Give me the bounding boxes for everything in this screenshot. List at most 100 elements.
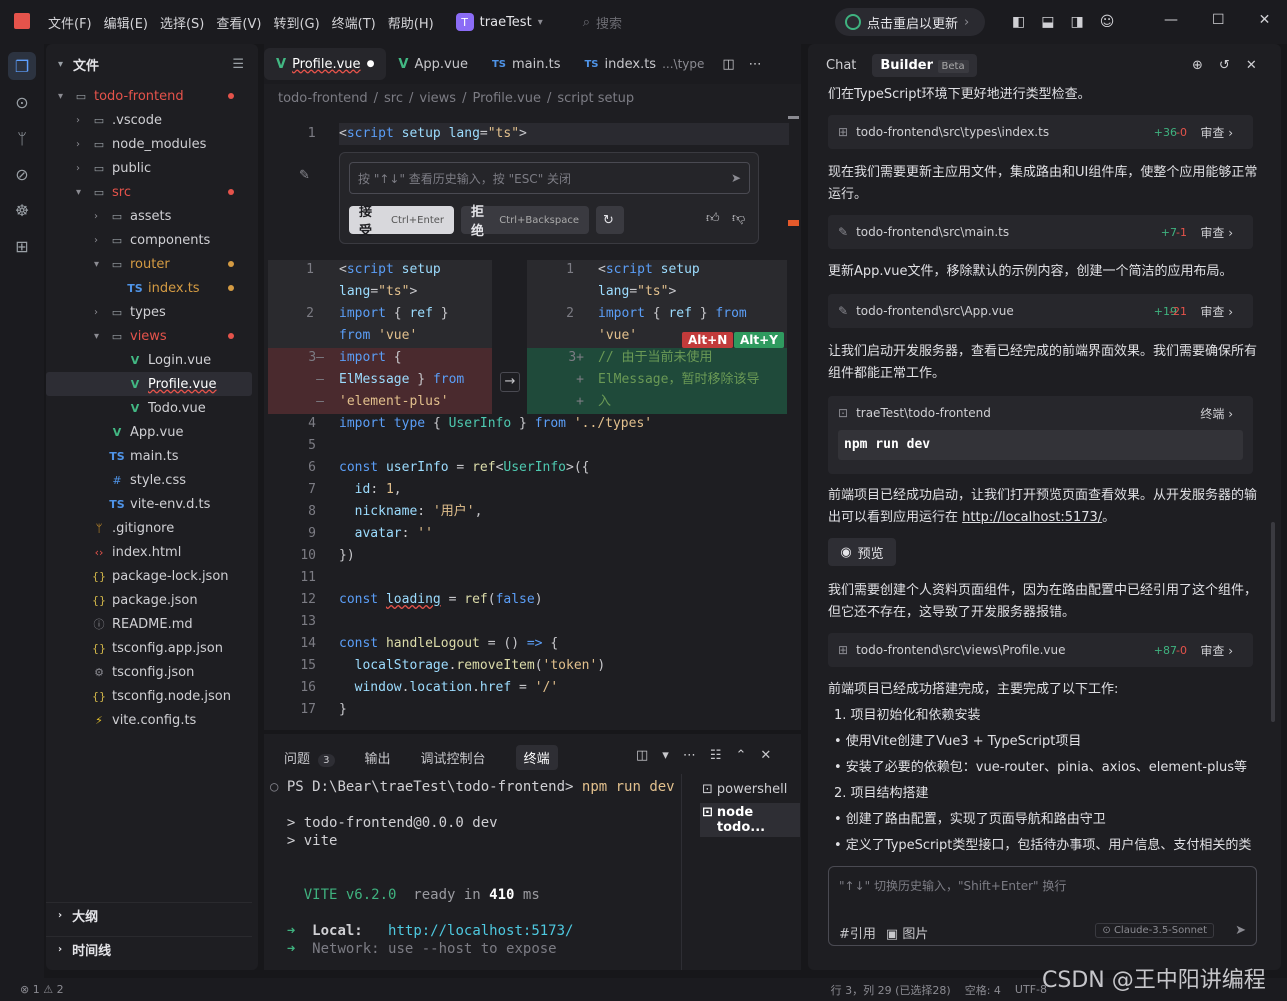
file-item[interactable]: # style.css bbox=[46, 468, 252, 492]
folder-item[interactable]: › ▭ components bbox=[46, 228, 252, 252]
folder-item[interactable]: › ▭ public bbox=[46, 156, 252, 180]
file-change-card[interactable]: ⊞ todo-frontend\src\types\index.ts +36 -0 审查… bbox=[828, 115, 1253, 149]
more-icon[interactable]: ⋯ bbox=[683, 748, 696, 763]
file-item[interactable]: {} tsconfig.app.json bbox=[46, 636, 252, 660]
source-control-icon[interactable]: ᛘ bbox=[8, 124, 36, 152]
tab-profile-vue[interactable]: V Profile.vue ● bbox=[264, 48, 387, 80]
shell-node[interactable]: ⊡ node todo... bbox=[700, 803, 800, 837]
more-icon[interactable]: ⋯ bbox=[749, 57, 762, 72]
folder-item[interactable]: ▾ ▭ src bbox=[46, 180, 252, 204]
tab-terminal[interactable]: 终端 bbox=[515, 745, 558, 770]
tab-builder[interactable]: Builder Beta bbox=[872, 54, 977, 77]
review-link[interactable]: 审查 › bbox=[1200, 642, 1233, 659]
file-change-card[interactable]: ✎ todo-frontend\src\App.vue +19 -21 审查 › bbox=[828, 294, 1253, 328]
file-item[interactable]: ᛘ .gitignore bbox=[46, 516, 252, 540]
minimize-icon[interactable]: — bbox=[1164, 12, 1178, 28]
folder-item[interactable]: ▾ ▭ views bbox=[46, 324, 252, 348]
toggle-right-panel-icon[interactable]: ◨ bbox=[1070, 14, 1083, 30]
tab-app-vue[interactable]: V App.vue bbox=[386, 48, 480, 80]
maximize-icon[interactable]: ☐ bbox=[1212, 12, 1225, 28]
file-item[interactable]: TS main.ts bbox=[46, 444, 252, 468]
tab-chat[interactable]: Chat bbox=[818, 54, 864, 77]
thumbs-up-icon[interactable]: 👍︎ bbox=[706, 211, 720, 226]
outline-section[interactable]: › 大纲 bbox=[46, 902, 252, 928]
split-editor-icon[interactable]: ◫ bbox=[722, 57, 734, 72]
send-icon[interactable]: ➤ bbox=[1235, 923, 1246, 938]
inline-input[interactable]: 按 "↑↓" 查看历史输入，按 "ESC" 关闭 ➤ bbox=[349, 162, 750, 194]
reject-shortcut-badge[interactable]: Alt+N bbox=[682, 332, 734, 348]
restart-update-button[interactable]: 点击重启以更新 › bbox=[835, 8, 985, 36]
regenerate-icon[interactable]: ↻ bbox=[596, 206, 624, 234]
search-box[interactable]: ⌕ 搜索 bbox=[583, 13, 622, 32]
terminal-output[interactable]: ○ PS D:\Bear\traeTest\todo-frontend> npm… bbox=[270, 778, 675, 958]
indentation[interactable]: 空格: 4 bbox=[965, 982, 1001, 998]
file-item[interactable]: ‹› index.html bbox=[46, 540, 252, 564]
timeline-section[interactable]: › 时间线 bbox=[46, 936, 252, 962]
folder-item[interactable]: › ▭ node_modules bbox=[46, 132, 252, 156]
file-item[interactable]: {} package-lock.json bbox=[46, 564, 252, 588]
model-selector[interactable]: ⊙ Claude-3.5-Sonnet bbox=[1095, 923, 1214, 938]
chevron-down-icon[interactable]: ▾ bbox=[58, 59, 63, 70]
menu-item[interactable]: 终端(T) bbox=[328, 13, 380, 32]
file-item[interactable]: TS index.ts bbox=[46, 276, 252, 300]
breadcrumb-item[interactable]: Profile.vue bbox=[472, 91, 541, 106]
apps-icon[interactable]: ⊞ bbox=[8, 232, 36, 260]
menu-item[interactable]: 帮助(H) bbox=[384, 13, 438, 32]
maximize-panel-icon[interactable]: ⌃ bbox=[735, 748, 746, 763]
menu-item[interactable]: 选择(S) bbox=[156, 13, 208, 32]
chat-scrollbar[interactable] bbox=[1271, 522, 1275, 722]
review-link[interactable]: 审查 › bbox=[1200, 224, 1233, 241]
breadcrumb-item[interactable]: todo-frontend bbox=[278, 91, 368, 106]
toggle-left-panel-icon[interactable]: ◧ bbox=[1012, 14, 1025, 30]
file-item[interactable]: V Profile.vue bbox=[46, 372, 252, 396]
errors-indicator[interactable]: ⊗ 1 ⚠ 2 bbox=[20, 983, 64, 996]
menu-item[interactable]: 查看(V) bbox=[212, 13, 265, 32]
folder-item[interactable]: ▾ ▭ router bbox=[46, 252, 252, 276]
history-icon[interactable]: ↺ bbox=[1219, 58, 1230, 73]
arrow-right-icon[interactable]: → bbox=[500, 372, 520, 392]
files-icon[interactable]: ❐ bbox=[8, 52, 36, 80]
project-switcher[interactable]: T traeTest ▾ bbox=[455, 13, 543, 31]
file-change-card[interactable]: ⊞ todo-frontend\src\views\Profile.vue +87-… bbox=[828, 633, 1253, 667]
file-change-card[interactable]: ✎ todo-frontend\src\main.ts +7 -1 审查 › bbox=[828, 215, 1253, 249]
debug-icon[interactable]: ☸ bbox=[8, 196, 36, 224]
file-item[interactable]: ⚡ vite.config.ts bbox=[46, 708, 252, 732]
folder-item[interactable]: › ▭ assets bbox=[46, 204, 252, 228]
tab-main-ts[interactable]: TS main.ts bbox=[480, 48, 573, 80]
menu-item[interactable]: 文件(F) bbox=[44, 13, 96, 32]
folder-item[interactable]: › ▭ .vscode bbox=[46, 108, 252, 132]
chat-input-box[interactable]: "↑↓" 切换历史输入，"Shift+Enter" 换行 #引用 ▣ 图片 ⊙ … bbox=[828, 866, 1257, 946]
file-item[interactable]: V App.vue bbox=[46, 420, 252, 444]
shell-powershell[interactable]: ⊡ powershell bbox=[700, 780, 800, 799]
folder-item[interactable]: › ▭ types bbox=[46, 300, 252, 324]
terminal-settings-icon[interactable]: ☷ bbox=[710, 748, 722, 763]
ai-edit-icon[interactable]: ✎ bbox=[299, 168, 310, 183]
tab-output[interactable]: 输出 bbox=[365, 748, 391, 770]
close-panel-icon[interactable]: ✕ bbox=[760, 748, 771, 763]
send-icon[interactable]: ➤ bbox=[731, 171, 741, 185]
open-terminal-link[interactable]: 终端 › bbox=[1200, 405, 1233, 422]
chevron-down-icon[interactable]: ▾ bbox=[662, 748, 669, 763]
review-link[interactable]: 审查 › bbox=[1200, 124, 1233, 141]
account-icon[interactable]: ☺ bbox=[1100, 14, 1115, 30]
preview-button[interactable]: ◉ 预览 bbox=[828, 538, 896, 566]
accept-shortcut-badge[interactable]: Alt+Y bbox=[734, 332, 784, 348]
file-item[interactable]: ⓘ README.md bbox=[46, 612, 252, 636]
file-item[interactable]: V Login.vue bbox=[46, 348, 252, 372]
file-item[interactable]: ⚙ tsconfig.json bbox=[46, 660, 252, 684]
tab-debug-console[interactable]: 调试控制台 bbox=[421, 748, 486, 770]
extensions-icon[interactable]: ⊘ bbox=[8, 160, 36, 188]
search-code-icon[interactable]: ⊙ bbox=[8, 88, 36, 116]
image-button[interactable]: ▣ 图片 bbox=[886, 923, 928, 942]
close-chat-icon[interactable]: ✕ bbox=[1246, 58, 1257, 73]
cursor-position[interactable]: 行 3，列 29 (已选择28) bbox=[831, 982, 951, 998]
menu-item[interactable]: 转到(G) bbox=[269, 13, 323, 32]
file-item[interactable]: {} package.json bbox=[46, 588, 252, 612]
tab-index-ts[interactable]: TS index.ts ...\type bbox=[572, 48, 716, 80]
breadcrumb-item[interactable]: src bbox=[384, 91, 403, 106]
review-link[interactable]: 审查 › bbox=[1200, 303, 1233, 320]
thumbs-down-icon[interactable]: 👎︎ bbox=[732, 211, 745, 226]
close-window-icon[interactable]: ✕ bbox=[1259, 12, 1271, 28]
file-item[interactable]: TS vite-env.d.ts bbox=[46, 492, 252, 516]
file-item[interactable]: V Todo.vue bbox=[46, 396, 252, 420]
